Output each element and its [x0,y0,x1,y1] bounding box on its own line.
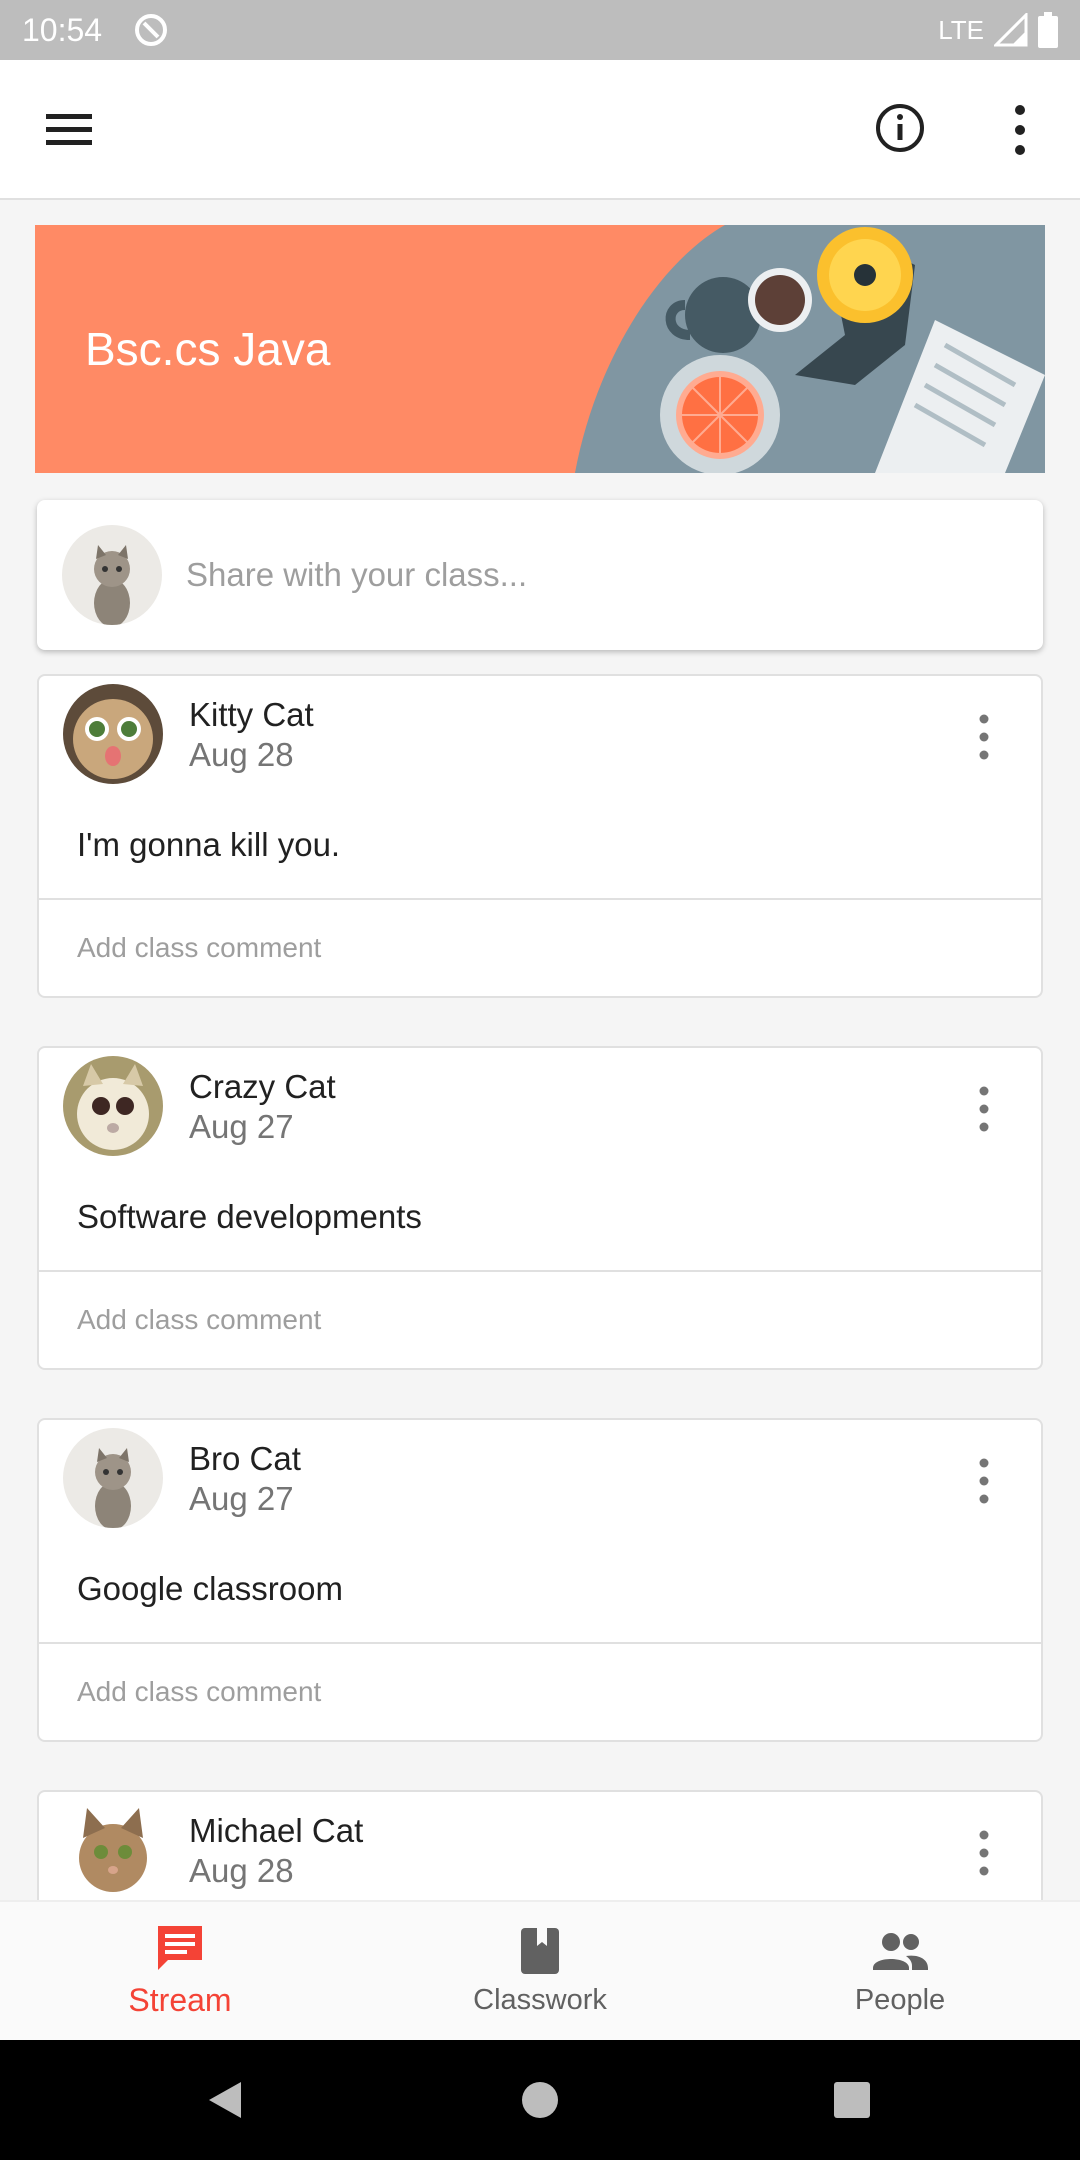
post-date: Aug 28 [189,736,294,773]
kitten-avatar-image [63,1428,163,1528]
post-date: Aug 27 [189,1480,294,1517]
classwork-icon [521,1927,559,1974]
system-navigation-bar [0,2040,1080,2160]
post-card: Michael Cat Aug 28 [37,1790,1043,1900]
add-comment-button[interactable]: Add class comment [39,1270,1041,1368]
class-banner: Bsc.cs Java [35,225,1045,473]
cat-avatar-image [63,1056,163,1156]
tab-stream[interactable]: Stream [0,1902,360,2040]
signal-icon [994,13,1028,47]
author-avatar [63,684,163,784]
kitten-avatar-image [62,525,162,625]
bottom-navigation: Stream Classwork People [0,1900,1080,2040]
home-icon[interactable] [520,2080,560,2120]
network-type: LTE [938,14,984,45]
status-time: 10:54 [22,11,103,48]
post-more-icon[interactable] [969,712,999,762]
share-placeholder: Share with your class... [186,556,528,593]
author-avatar [63,1800,163,1900]
stream-content[interactable]: Bsc.cs Java Share with your class... Kit… [0,202,1080,1900]
author-avatar [63,1056,163,1156]
cat-avatar-image [63,684,163,784]
tab-people[interactable]: People [720,1902,1080,2040]
cat-avatar-image [63,1800,163,1900]
post-text: Software developments [77,1198,422,1235]
app-bar [0,60,1080,200]
info-icon[interactable] [874,102,926,154]
tab-label: Stream [128,1981,232,2018]
author-avatar [63,1428,163,1528]
tab-label: Classwork [473,1983,607,2016]
class-title: Bsc.cs Java [85,323,331,375]
post-more-icon[interactable] [969,1828,999,1878]
post-date: Aug 27 [189,1108,294,1145]
post-more-icon[interactable] [969,1456,999,1506]
post-text: Google classroom [77,1570,343,1607]
post-card: Bro Cat Aug 27 Google classroom Add clas… [37,1418,1043,1742]
recents-icon[interactable] [832,2080,872,2120]
post-author[interactable]: Michael Cat [189,1812,363,1850]
status-bar: 10:54 LTE [0,0,1080,60]
post-author[interactable]: Crazy Cat [189,1068,336,1106]
avatar [62,525,162,625]
add-comment-button[interactable]: Add class comment [39,898,1041,996]
sync-icon [135,14,168,46]
back-icon[interactable] [205,2080,245,2120]
post-author[interactable]: Kitty Cat [189,696,314,734]
post-text: I'm gonna kill you. [77,826,341,863]
post-author[interactable]: Bro Cat [189,1440,301,1478]
banner-illustration [575,225,1045,473]
people-icon [873,1932,928,1970]
share-with-class-input[interactable]: Share with your class... [37,500,1043,650]
more-vert-icon[interactable] [1004,102,1036,158]
tab-classwork[interactable]: Classwork [360,1902,720,2040]
battery-icon [1038,12,1058,48]
add-comment-button[interactable]: Add class comment [39,1642,1041,1740]
post-date: Aug 28 [189,1852,294,1889]
post-card: Kitty Cat Aug 28 I'm gonna kill you. Add… [37,674,1043,998]
post-card: Crazy Cat Aug 27 Software developments A… [37,1046,1043,1370]
hamburger-menu-icon[interactable] [44,106,96,154]
stream-icon [158,1925,202,1970]
post-more-icon[interactable] [969,1084,999,1134]
tab-label: People [854,1983,946,2016]
